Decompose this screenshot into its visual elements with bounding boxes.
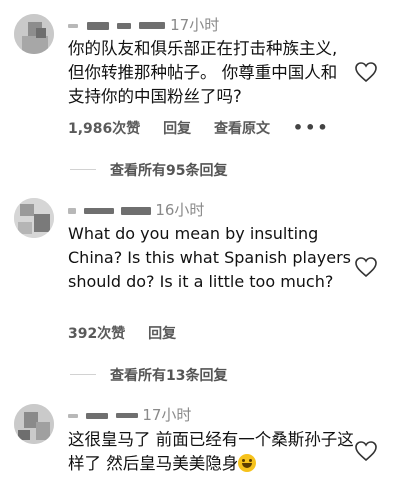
like-count: 392次赞	[68, 326, 126, 342]
redacted-username	[116, 22, 131, 29]
comment-time: 16小时	[155, 201, 205, 219]
like-count: 1,986次赞	[68, 121, 141, 137]
redacted-username	[68, 413, 78, 418]
comment-text: 你的队友和俱乐部正在打击种族主义,但你转推那种帖子。 你尊重中国人和支持你的中国…	[68, 39, 338, 106]
redacted-username	[68, 23, 78, 28]
comment-actions: 392次赞 回复	[68, 323, 194, 343]
avatar[interactable]	[14, 14, 54, 54]
reply-button[interactable]: 回复	[163, 121, 191, 137]
view-replies[interactable]: 查看所有13条回复	[0, 365, 400, 385]
comment-meta: 16小时	[68, 201, 204, 219]
redacted-username	[120, 206, 151, 215]
heart-icon[interactable]	[354, 440, 378, 462]
redacted-username	[115, 413, 138, 418]
view-replies-label[interactable]: 查看所有95条回复	[110, 160, 227, 180]
redacted-username	[86, 21, 109, 30]
grinning-emoji-icon	[238, 454, 257, 472]
comment-time: 17小时	[170, 16, 220, 34]
heart-icon[interactable]	[354, 256, 378, 278]
comment-text: 这很皇马了 前面已经有一个桑斯孙子这样了 然后皇马美美隐身	[68, 428, 358, 476]
comment-meta: 17小时	[68, 16, 219, 34]
redacted-username	[139, 22, 166, 29]
view-original-button[interactable]: 查看原文	[214, 121, 270, 137]
comment-time: 17小时	[142, 406, 192, 424]
comment-meta: 17小时	[68, 406, 191, 424]
avatar[interactable]	[14, 404, 54, 444]
view-replies-label[interactable]: 查看所有13条回复	[110, 365, 227, 385]
comment-text-body: 这很皇马了 前面已经有一个桑斯孙子这样了 然后皇马美美隐身	[68, 430, 354, 473]
comment-actions: 1,986次赞 回复 查看原文 •••	[68, 118, 348, 138]
heart-icon[interactable]	[354, 61, 378, 83]
comment-text: What do you mean by insulting China? Is …	[68, 224, 351, 291]
redacted-username	[85, 412, 108, 419]
replies-divider	[70, 169, 96, 170]
more-options-icon[interactable]: •••	[293, 118, 330, 137]
avatar[interactable]	[14, 198, 54, 238]
redacted-username	[83, 207, 114, 214]
reply-button[interactable]: 回复	[148, 326, 176, 342]
redacted-username	[68, 207, 76, 214]
view-replies[interactable]: 查看所有95条回复	[0, 160, 400, 180]
replies-divider	[70, 374, 96, 375]
